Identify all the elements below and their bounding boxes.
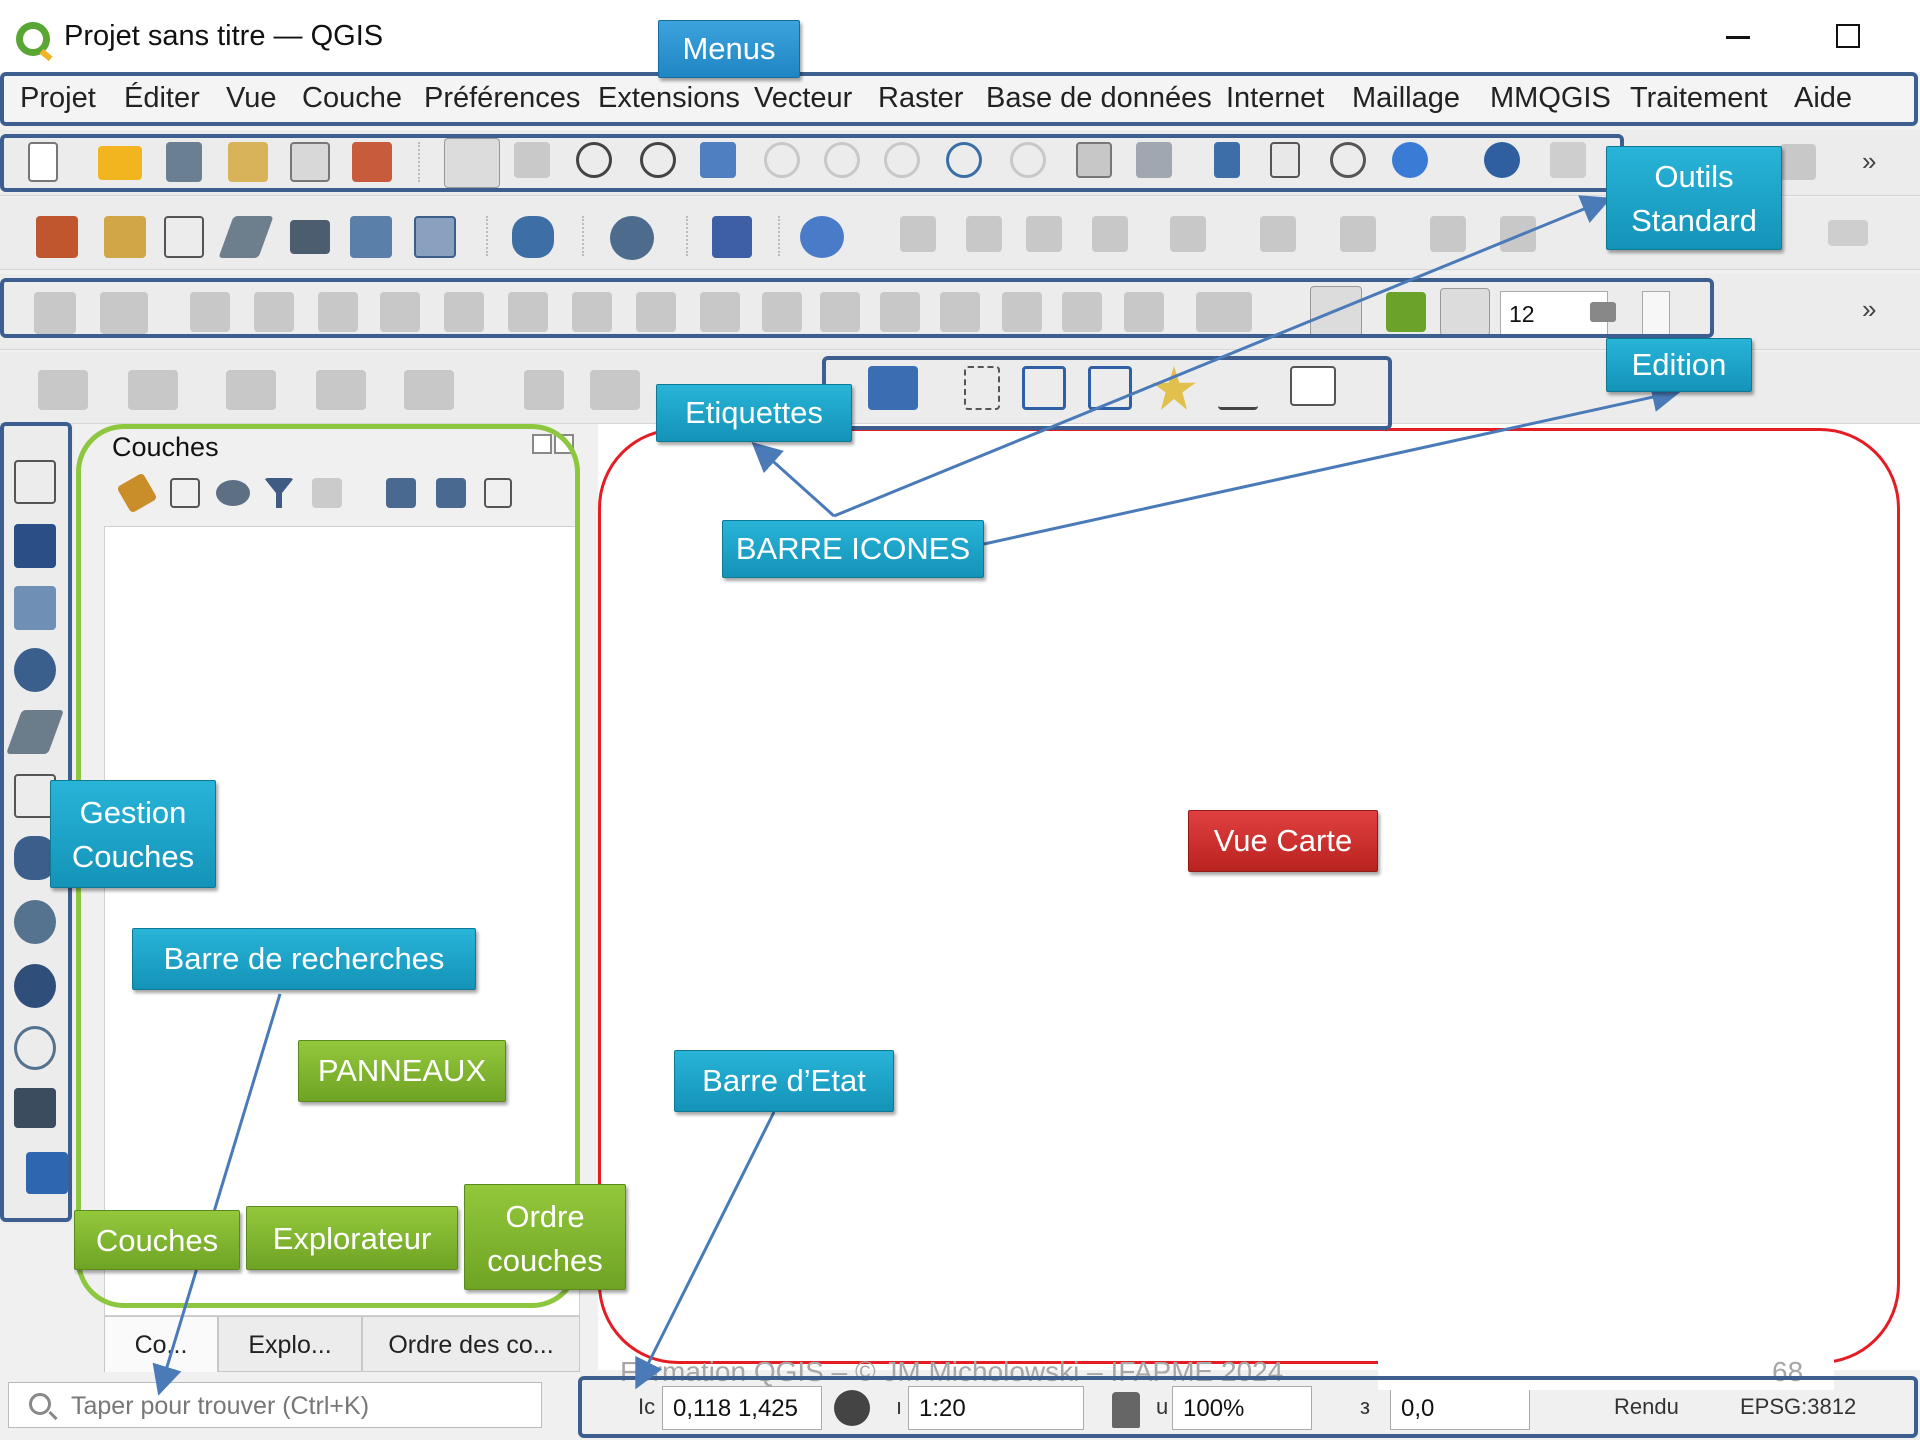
add-vector-layer-icon[interactable]	[164, 216, 204, 258]
callout-panneaux: PANNEAUX	[298, 1040, 506, 1102]
statistics-icon[interactable]	[590, 370, 640, 410]
plugin-icon[interactable]	[800, 216, 844, 258]
database-icon[interactable]	[512, 216, 554, 258]
minimize-icon[interactable]	[1726, 36, 1750, 39]
toolbar-grip[interactable]	[686, 216, 692, 256]
tab-explorateur[interactable]: Explo...	[218, 1316, 362, 1372]
callout-ordre-couches: Ordre couches	[464, 1184, 626, 1290]
new-temporary-layer-icon[interactable]	[218, 216, 274, 258]
label-abc-icon[interactable]	[1828, 220, 1868, 246]
toolbar-grip[interactable]	[582, 216, 588, 256]
attribute-table-icon[interactable]	[524, 370, 564, 410]
web-services-icon[interactable]	[610, 216, 654, 260]
toggle-editing-icon[interactable]	[966, 216, 1002, 252]
vertex-tool-icon[interactable]	[1260, 216, 1296, 252]
callout-outils-standard: Outils Standard	[1606, 146, 1782, 250]
add-ellipse-icon[interactable]	[226, 370, 276, 410]
panel-tabs: Co... Explo... Ordre des co...	[104, 1316, 580, 1374]
add-mesh-layer-icon[interactable]	[414, 216, 456, 258]
callout-explorateur: Explorateur	[246, 1206, 458, 1270]
add-polygon-icon[interactable]	[1170, 216, 1206, 252]
add-circular-string-icon[interactable]	[38, 370, 88, 410]
maximize-icon[interactable]	[1836, 24, 1860, 48]
measure-icon[interactable]	[1780, 144, 1816, 180]
toolbar-grip[interactable]	[486, 216, 492, 256]
add-raster-layer-icon[interactable]	[350, 216, 392, 258]
callout-barre-etat: Barre d’Etat	[674, 1050, 894, 1112]
add-virtual-layer-icon[interactable]	[290, 220, 330, 254]
current-edits-icon[interactable]	[900, 216, 936, 252]
save-edits-icon[interactable]	[1026, 216, 1062, 252]
data-source-manager-icon[interactable]	[36, 216, 78, 258]
modify-attributes-icon[interactable]	[1340, 216, 1376, 252]
callout-barre-icones: BARRE ICONES	[722, 520, 984, 578]
edition-outline	[0, 278, 1714, 338]
cut-features-icon[interactable]	[1500, 216, 1536, 252]
add-circle-icon[interactable]	[128, 370, 178, 410]
help-icon[interactable]	[712, 216, 752, 258]
standard-tools-outline	[0, 134, 1624, 192]
title-bar: Projet sans titre — QGIS	[0, 0, 1920, 72]
new-geopackage-icon[interactable]	[104, 216, 146, 258]
status-bar-outline	[578, 1376, 1918, 1438]
callout-menus: Menus	[658, 20, 800, 78]
callout-etiquettes: Etiquettes	[656, 384, 852, 442]
callout-vue-carte: Vue Carte	[1188, 810, 1378, 872]
window-title: Projet sans titre — QGIS	[64, 20, 384, 52]
toolbar-overflow-icon[interactable]: »	[1862, 294, 1876, 325]
qgis-logo-icon	[16, 22, 50, 56]
add-rectangle-icon[interactable]	[316, 370, 366, 410]
tab-couches[interactable]: Co...	[104, 1316, 218, 1372]
labels-outline	[822, 356, 1392, 430]
tab-ordre-couches[interactable]: Ordre des co...	[362, 1316, 580, 1372]
callout-edition: Edition	[1606, 338, 1752, 392]
toolbar-overflow-icon[interactable]: »	[1862, 146, 1876, 177]
digitize-line-icon[interactable]	[1092, 216, 1128, 252]
search-input[interactable]: Taper pour trouver (Ctrl+K)	[71, 1392, 369, 1421]
callout-gestion-couches: Gestion Couches	[50, 780, 216, 888]
search-icon	[29, 1393, 51, 1415]
callout-barre-recherches: Barre de recherches	[132, 928, 476, 990]
locator-search-bar[interactable]: Taper pour trouver (Ctrl+K)	[8, 1382, 542, 1428]
menus-outline	[0, 72, 1918, 126]
toolbar-grip[interactable]	[778, 216, 784, 256]
callout-couches: Couches	[74, 1210, 240, 1270]
add-regular-polygon-icon[interactable]	[404, 370, 454, 410]
delete-selected-icon[interactable]	[1430, 216, 1466, 252]
